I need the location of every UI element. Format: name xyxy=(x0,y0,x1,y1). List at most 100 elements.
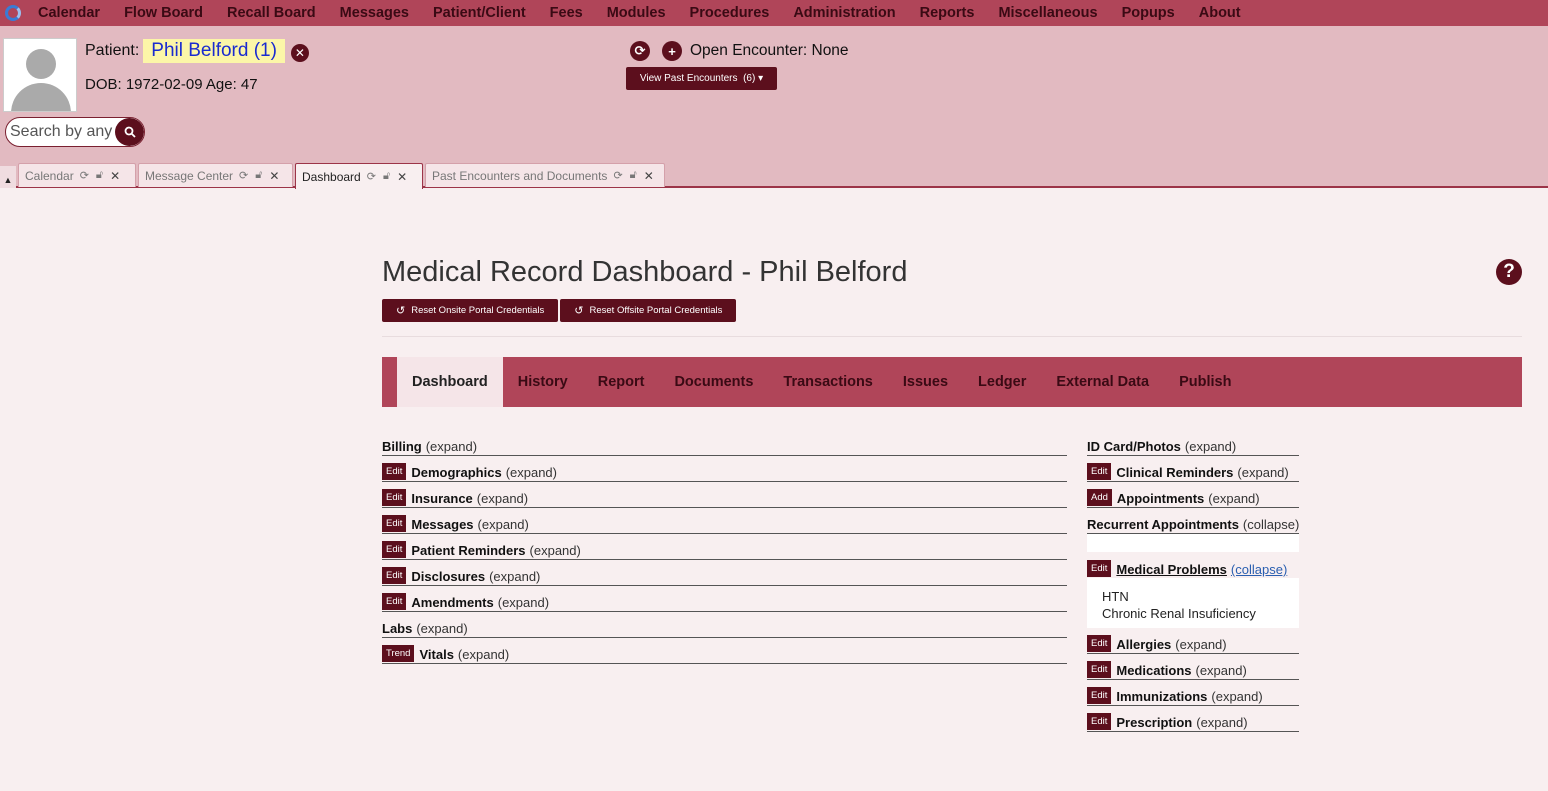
dashboard-nav: Dashboard History Report Documents Trans… xyxy=(382,357,1522,407)
edit-button[interactable]: Edit xyxy=(1087,661,1112,678)
section-title: Messages xyxy=(411,517,474,532)
list-item: Chronic Renal Insuficiency xyxy=(1102,606,1256,621)
menu-reports[interactable]: Reports xyxy=(920,5,975,21)
nav-history[interactable]: History xyxy=(503,357,583,407)
menu-about[interactable]: About xyxy=(1199,5,1241,21)
refresh-icon[interactable]: ⟳ xyxy=(80,169,89,182)
menu-calendar[interactable]: Calendar xyxy=(38,5,100,21)
section-title: ID Card/Photos xyxy=(1087,439,1181,454)
section-title: Medications xyxy=(1116,663,1192,678)
close-icon[interactable]: ✕ xyxy=(644,169,654,183)
refresh-icon[interactable]: ⟳ xyxy=(367,170,376,183)
section-medications: Edit Medications (expand) xyxy=(1087,654,1299,680)
expand-link[interactable]: (expand) xyxy=(478,517,529,532)
nav-publish[interactable]: Publish xyxy=(1164,357,1246,407)
edit-button[interactable]: Edit xyxy=(1087,713,1112,730)
tab-label: Past Encounters and Documents xyxy=(432,168,608,183)
collapse-link[interactable]: (collapse) xyxy=(1243,517,1299,532)
unlock-icon[interactable]: 🔓︎ xyxy=(630,169,637,182)
add-encounter-icon[interactable]: + xyxy=(662,41,682,61)
expand-link[interactable]: (expand) xyxy=(477,491,528,506)
edit-button[interactable]: Edit xyxy=(382,567,407,584)
expand-link[interactable]: (expand) xyxy=(1237,465,1288,480)
unlock-icon[interactable]: 🔓︎ xyxy=(96,169,103,182)
edit-button[interactable]: Edit xyxy=(1087,687,1112,704)
unlock-icon[interactable]: 🔓︎ xyxy=(383,170,390,183)
search-button[interactable] xyxy=(115,118,144,146)
section-title: Labs xyxy=(382,621,413,636)
menu-patient-client[interactable]: Patient/Client xyxy=(433,5,526,21)
expand-link[interactable]: (expand) xyxy=(506,465,557,480)
help-icon[interactable]: ? xyxy=(1496,259,1522,285)
menu-miscellaneous[interactable]: Miscellaneous xyxy=(998,5,1097,21)
reset-onsite-button[interactable]: ↺ Reset Onsite Portal Credentials xyxy=(382,299,559,322)
reset-offsite-button[interactable]: ↺ Reset Offsite Portal Credentials xyxy=(560,299,737,322)
edit-button[interactable]: Edit xyxy=(382,593,407,610)
edit-button[interactable]: Edit xyxy=(382,489,407,506)
edit-button[interactable]: Edit xyxy=(1087,463,1112,480)
menu-messages[interactable]: Messages xyxy=(340,5,409,21)
avatar-body-icon xyxy=(11,83,71,111)
close-icon[interactable]: ✕ xyxy=(397,170,407,184)
tab-message-center[interactable]: Message Center ⟳ 🔓︎ ✕ xyxy=(138,163,293,187)
nav-ledger[interactable]: Ledger xyxy=(963,357,1041,407)
refresh-icon[interactable]: ⟳ xyxy=(239,169,248,182)
nav-documents[interactable]: Documents xyxy=(659,357,768,407)
tab-dashboard[interactable]: Dashboard ⟳ 🔓︎ ✕ xyxy=(295,163,423,189)
expand-link[interactable]: (expand) xyxy=(458,647,509,662)
edit-button[interactable]: Edit xyxy=(1087,560,1112,577)
menu-administration[interactable]: Administration xyxy=(793,5,895,21)
add-button[interactable]: Add xyxy=(1087,489,1112,506)
unlock-icon[interactable]: 🔓︎ xyxy=(255,169,262,182)
edit-button[interactable]: Edit xyxy=(382,541,407,558)
expand-link[interactable]: (expand) xyxy=(426,439,477,454)
nav-report[interactable]: Report xyxy=(583,357,660,407)
tab-calendar[interactable]: Calendar ⟳ 🔓︎ ✕ xyxy=(18,163,136,187)
expand-link[interactable]: (expand) xyxy=(1211,689,1262,704)
section-insurance: Edit Insurance (expand) xyxy=(382,482,1067,508)
collapse-header-icon[interactable]: ▲ xyxy=(0,166,16,188)
menu-procedures[interactable]: Procedures xyxy=(690,5,770,21)
nav-external-data[interactable]: External Data xyxy=(1041,357,1164,407)
expand-link[interactable]: (expand) xyxy=(1175,637,1226,652)
close-icon[interactable]: ✕ xyxy=(269,169,279,183)
expand-link[interactable]: (expand) xyxy=(498,595,549,610)
search-icon xyxy=(124,126,136,138)
nav-dashboard[interactable]: Dashboard xyxy=(397,357,503,407)
edit-button[interactable]: Edit xyxy=(382,463,407,480)
expand-link[interactable]: (expand) xyxy=(1196,663,1247,678)
divider xyxy=(382,336,1522,337)
caret-down-icon: ▾ xyxy=(758,73,764,84)
menu-popups[interactable]: Popups xyxy=(1122,5,1175,21)
trend-button[interactable]: Trend xyxy=(382,645,415,662)
expand-link[interactable]: (expand) xyxy=(530,543,581,558)
medical-problems-link[interactable]: Medical Problems xyxy=(1116,562,1227,577)
menu-recall-board[interactable]: Recall Board xyxy=(227,5,316,21)
app-logo-icon[interactable] xyxy=(5,5,21,21)
expand-link[interactable]: (expand) xyxy=(489,569,540,584)
close-patient-icon[interactable]: ✕ xyxy=(290,44,309,62)
expand-link[interactable]: (expand) xyxy=(416,621,467,636)
expand-link[interactable]: (expand) xyxy=(1208,491,1259,506)
tab-past-encounters[interactable]: Past Encounters and Documents ⟳ 🔓︎ ✕ xyxy=(425,163,665,187)
close-icon[interactable]: ✕ xyxy=(110,169,120,183)
menu-fees[interactable]: Fees xyxy=(550,5,583,21)
collapse-link[interactable]: (collapse) xyxy=(1231,562,1287,577)
menu-modules[interactable]: Modules xyxy=(607,5,666,21)
expand-link[interactable]: (expand) xyxy=(1196,715,1247,730)
nav-transactions[interactable]: Transactions xyxy=(768,357,887,407)
refresh-encounter-icon[interactable]: ⟳ xyxy=(630,41,650,61)
refresh-icon[interactable]: ⟳ xyxy=(613,169,622,182)
search-input[interactable] xyxy=(6,123,114,141)
menu-flow-board[interactable]: Flow Board xyxy=(124,5,203,21)
nav-issues[interactable]: Issues xyxy=(888,357,963,407)
patient-name-link[interactable]: Phil Belford (1) xyxy=(143,39,285,63)
section-title: Demographics xyxy=(411,465,502,480)
edit-button[interactable]: Edit xyxy=(1087,635,1112,652)
main-menu-bar: Calendar Flow Board Recall Board Message… xyxy=(0,0,1548,26)
tab-label: Dashboard xyxy=(302,169,361,184)
view-past-encounters-button[interactable]: View Past Encounters (6) ▾ xyxy=(626,67,777,90)
list-item: HTN xyxy=(1102,589,1129,604)
expand-link[interactable]: (expand) xyxy=(1185,439,1236,454)
edit-button[interactable]: Edit xyxy=(382,515,407,532)
